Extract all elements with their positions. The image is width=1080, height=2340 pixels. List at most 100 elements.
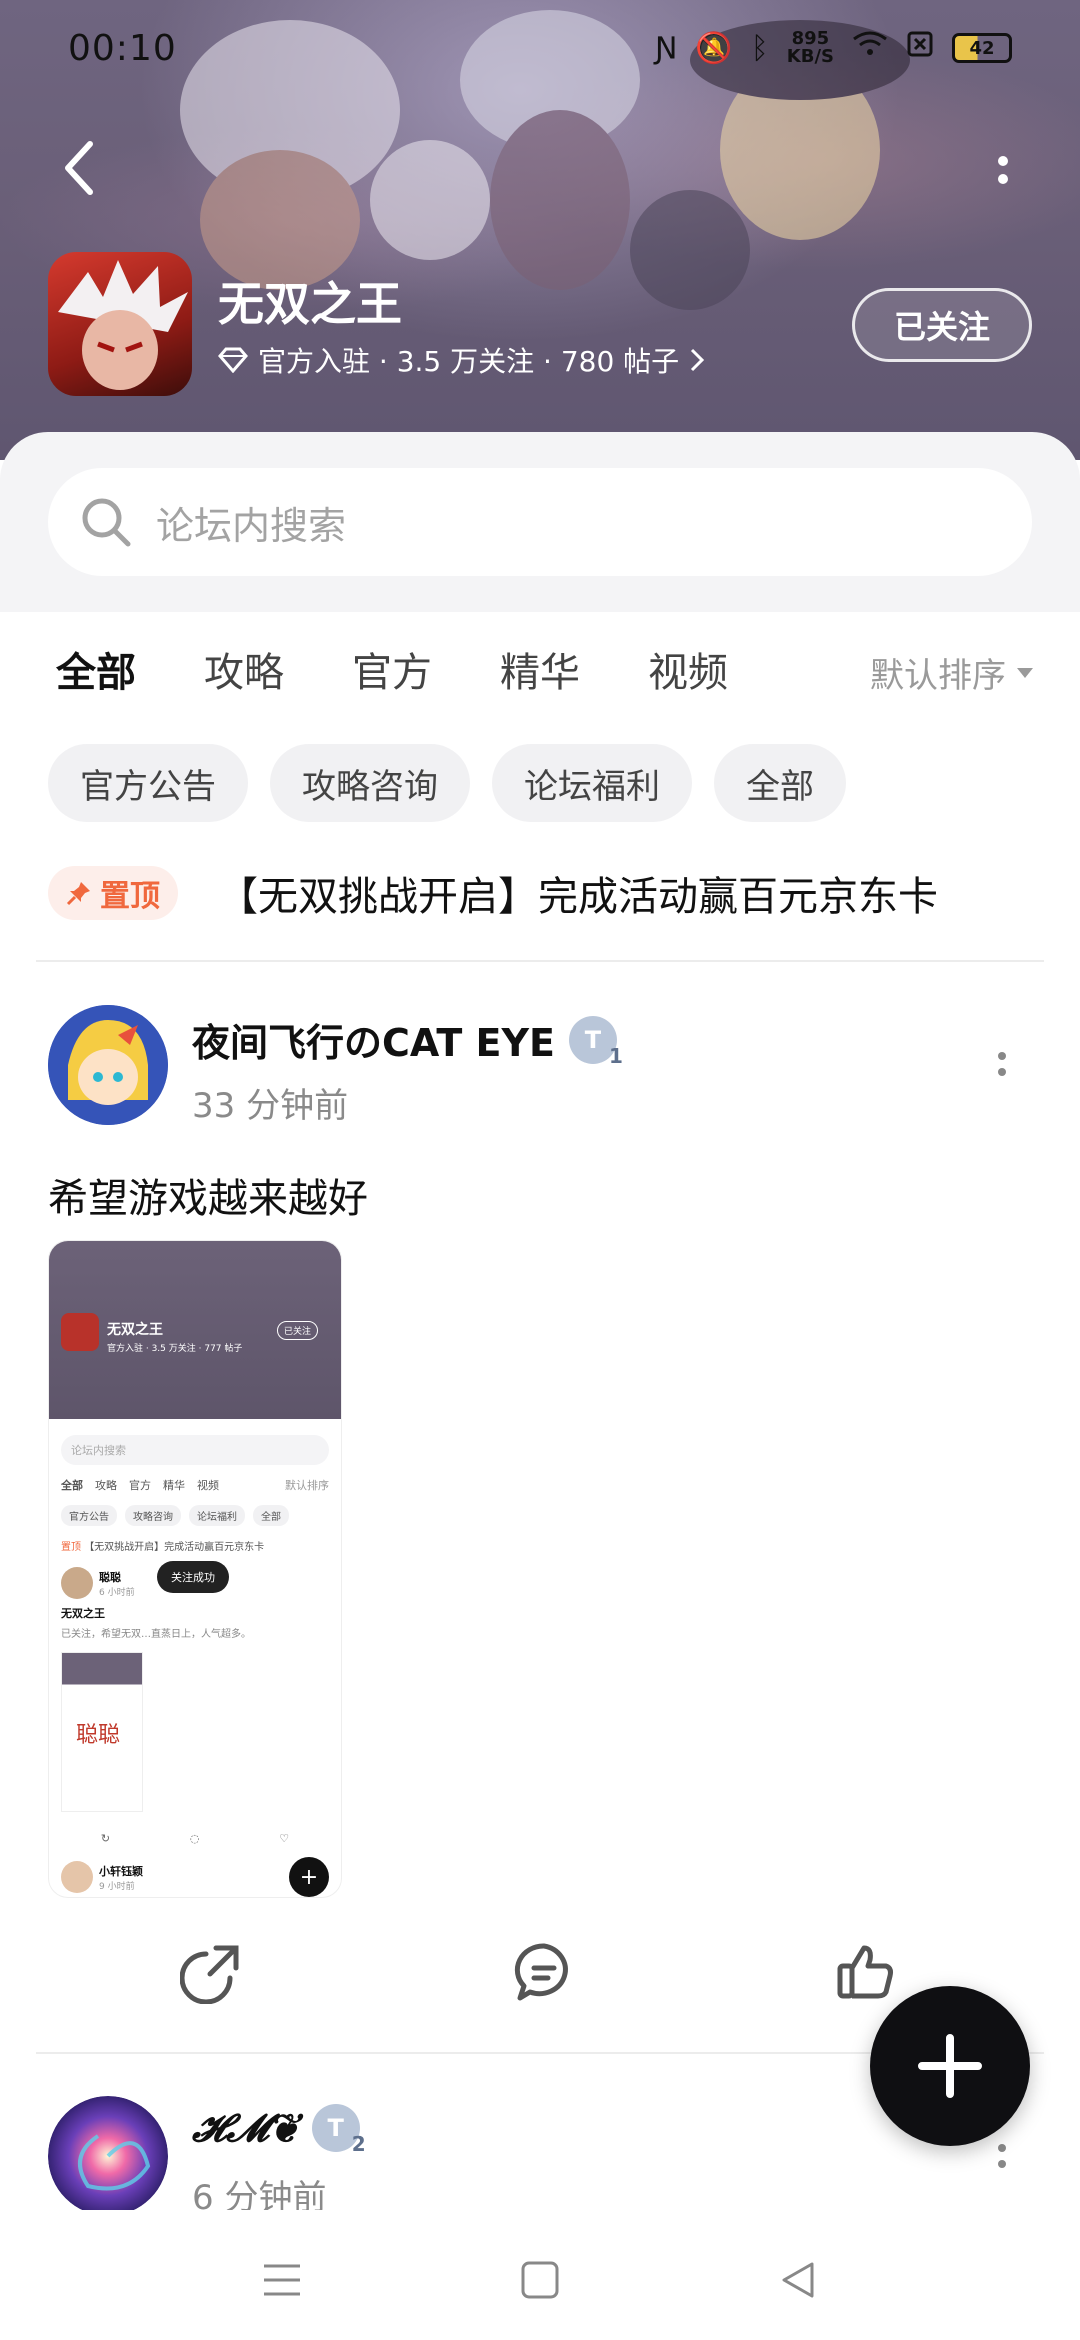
- battery-indicator: 42: [952, 33, 1012, 63]
- status-bar: 00:10 Ɲ 🔕 ᛒ 895 KB/S 42: [0, 0, 1080, 96]
- comment-icon: [514, 1943, 568, 2001]
- post-image[interactable]: 无双之王 官方入驻 · 3.5 万关注 · 777 帖子 已关注 论坛内搜索 全…: [48, 1240, 342, 1898]
- thumb-tab: 全部: [61, 1479, 83, 1492]
- pin-icon: [66, 882, 90, 906]
- thumb-tab: 视频: [197, 1479, 219, 1492]
- chip-announcements[interactable]: 官方公告: [48, 744, 248, 822]
- share-button[interactable]: [176, 1936, 248, 2008]
- thumb-toast: 关注成功: [157, 1561, 229, 1593]
- thumb-header: 无双之王 官方入驻 · 3.5 万关注 · 777 帖子 已关注: [49, 1241, 341, 1419]
- thumb-app-icon: [61, 1313, 99, 1351]
- filter-chips: 官方公告 攻略咨询 论坛福利 全部: [48, 744, 846, 822]
- tab-official[interactable]: 官方: [352, 640, 432, 704]
- thumb-pinned-title: 【无双挑战开启】完成活动赢百元京东卡: [84, 1542, 265, 1553]
- back-icon: [782, 2262, 814, 2298]
- like-button[interactable]: [830, 1936, 902, 2008]
- home-icon: [521, 2261, 559, 2299]
- thumb-tab: 精华: [163, 1479, 185, 1492]
- add-icon: [918, 2034, 982, 2098]
- nfc-icon: Ɲ: [654, 30, 678, 66]
- username-text: 𝓗𝓜❦: [192, 2105, 298, 2150]
- bluetooth-icon: ᛒ: [750, 30, 769, 66]
- post-text: 希望游戏越来越好: [48, 1176, 368, 1222]
- more-icon: [998, 2144, 1006, 2152]
- forum-meta-text: 官方入驻 · 3.5 万关注 · 780 帖子: [258, 345, 680, 378]
- wifi-icon: [852, 30, 888, 66]
- level-badge: T1: [568, 1015, 623, 1068]
- tab-featured[interactable]: 精华: [500, 640, 580, 704]
- search-input[interactable]: 论坛内搜索: [48, 468, 1032, 576]
- mute-icon: 🔕: [695, 30, 733, 66]
- divider: [36, 960, 1044, 962]
- thumb-chip: 论坛福利: [189, 1505, 245, 1526]
- thumb-title: 无双之王: [107, 1322, 163, 1338]
- back-arrow-icon: [65, 141, 93, 195]
- level-badge: T2: [311, 2104, 366, 2156]
- pin-badge: 置顶: [48, 866, 178, 920]
- thumb-actions: ↻ ◌ ♡: [100, 1832, 290, 1845]
- app-icon: [48, 252, 192, 396]
- thumb-user2: 小轩钰颖 9 小时前 +: [61, 1857, 329, 1897]
- more-icon: [998, 156, 1008, 166]
- thumb-user2-name: 小轩钰颖: [99, 1864, 143, 1878]
- thumb-pin-badge: 置顶: [61, 1542, 81, 1553]
- search-icon: [82, 498, 131, 547]
- net-speed: 895 KB/S: [787, 30, 834, 66]
- tab-all[interactable]: 全部: [56, 640, 136, 704]
- post-more-button[interactable]: [982, 1034, 1022, 1094]
- forum-title: 无双之王: [218, 277, 402, 331]
- thumb-chips: 官方公告 攻略咨询 论坛福利 全部: [61, 1505, 329, 1526]
- sim-icon: [906, 30, 934, 66]
- thumb-fab: +: [289, 1857, 329, 1897]
- thumb-post-title: 无双之王: [61, 1607, 105, 1620]
- thumb-nested-image: 聪聪: [61, 1652, 143, 1812]
- chip-welfare[interactable]: 论坛福利: [492, 744, 692, 822]
- back-button[interactable]: [50, 138, 110, 198]
- thumb-chip: 攻略咨询: [125, 1505, 181, 1526]
- more-icon: [998, 1052, 1006, 1060]
- category-tabs: 全部 攻略 官方 精华 视频: [56, 640, 796, 704]
- system-back-button[interactable]: [768, 2250, 828, 2310]
- avatar[interactable]: [48, 1005, 168, 1125]
- post-time: 33 分钟前: [192, 1086, 349, 1126]
- comment-button[interactable]: [508, 1936, 580, 2008]
- chip-guide-consult[interactable]: 攻略咨询: [270, 744, 470, 822]
- menu-icon: [264, 2264, 300, 2296]
- pin-badge-label: 置顶: [100, 879, 160, 914]
- sort-dropdown[interactable]: 默认排序: [870, 648, 1034, 697]
- thumb-sort: 默认排序: [285, 1479, 329, 1492]
- pinned-title: 【无双挑战开启】完成活动赢百元京东卡: [218, 874, 938, 920]
- pinned-post[interactable]: 置顶 【无双挑战开启】完成活动赢百元京东卡: [48, 864, 938, 922]
- new-post-button[interactable]: [864, 1980, 1036, 2152]
- thumb-pinned: 置顶 【无双挑战开启】完成活动赢百元京东卡: [61, 1538, 329, 1553]
- follow-button[interactable]: 已关注: [852, 288, 1032, 362]
- search-placeholder: 论坛内搜索: [156, 503, 347, 548]
- level-number: 1: [609, 1043, 623, 1068]
- thumb-follow: 已关注: [277, 1321, 319, 1340]
- thumb-user1-name: 聪聪: [99, 1570, 121, 1584]
- diamond-icon: [218, 347, 248, 373]
- status-icons: Ɲ 🔕 ᛒ 895 KB/S 42: [655, 30, 1012, 66]
- post-username[interactable]: 𝓗𝓜❦ T2: [192, 2104, 366, 2156]
- thumb-body: 论坛内搜索 全部 攻略 官方 精华 视频 默认排序 官方公告 攻略咨询 论坛福利…: [49, 1419, 341, 1897]
- system-nav-bar: [0, 2210, 1080, 2340]
- more-button[interactable]: [978, 140, 1028, 200]
- username-text: 夜间飞行のCAT EYE: [192, 1021, 555, 1065]
- thumb-tabs: 全部 攻略 官方 精华 视频 默认排序: [61, 1477, 329, 1493]
- tab-video[interactable]: 视频: [648, 640, 728, 704]
- tab-guides[interactable]: 攻略: [204, 640, 284, 704]
- chip-all[interactable]: 全部: [714, 744, 846, 822]
- level-number: 2: [351, 2132, 366, 2156]
- post-username[interactable]: 夜间飞行のCAT EYE T1: [192, 1012, 623, 1068]
- thumb-meta: 官方入驻 · 3.5 万关注 · 777 帖子: [107, 1344, 243, 1354]
- net-speed-unit: KB/S: [786, 46, 834, 67]
- forum-meta[interactable]: 官方入驻 · 3.5 万关注 · 780 帖子: [218, 340, 705, 380]
- home-button[interactable]: [510, 2250, 570, 2310]
- thumb-chip: 官方公告: [61, 1505, 117, 1526]
- like-icon: [837, 1945, 893, 1999]
- menu-button[interactable]: [252, 2250, 312, 2310]
- avatar[interactable]: [48, 2096, 168, 2216]
- thumb-search: 论坛内搜索: [61, 1435, 329, 1465]
- thumb-chip: 全部: [253, 1505, 289, 1526]
- share-icon: [180, 1945, 239, 2004]
